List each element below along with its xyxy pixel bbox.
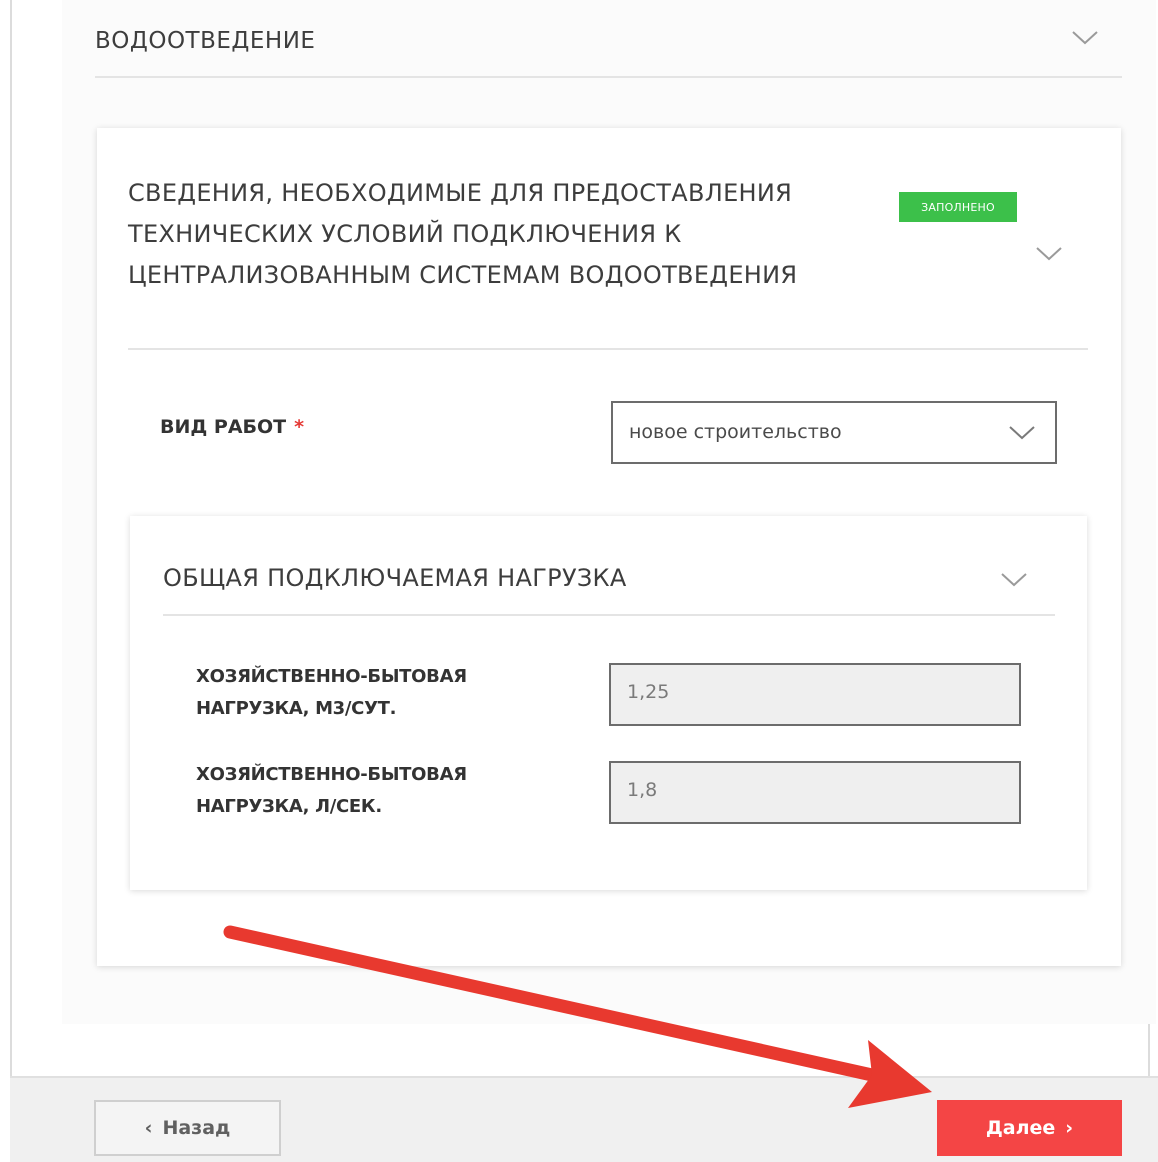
household-load-m3-value: 1,25 [627,681,670,703]
work-type-label: ВИД РАБОТ * [160,416,304,438]
info-card: СВЕДЕНИЯ, НЕОБХОДИМЫЕ ДЛЯ ПРЕДОСТАВЛЕНИЯ… [97,128,1121,966]
work-type-label-text: ВИД РАБОТ [160,416,287,438]
section-title: ВОДООТВЕДЕНИЕ [95,28,316,54]
household-load-m3-field[interactable]: 1,25 [609,663,1021,726]
load-card-header[interactable]: ОБЩАЯ ПОДКЛЮЧАЕМАЯ НАГРУЗКА [163,516,1055,616]
chevron-down-icon[interactable] [1001,572,1027,594]
chevron-right-icon: › [1065,1117,1074,1139]
page-frame-left [10,0,12,1080]
household-load-ls-value: 1,8 [627,779,658,801]
load-card: ОБЩАЯ ПОДКЛЮЧАЕМАЯ НАГРУЗКА ХОЗЯЙСТВЕННО… [130,516,1087,890]
household-load-m3-label: ХОЗЯЙСТВЕННО-БЫТОВАЯ НАГРУЗКА, М3/СУТ. [196,666,467,719]
next-button-label: Далее [985,1117,1056,1139]
back-button-label: Назад [162,1117,231,1139]
bottom-nav-bar: ‹ Назад Далее › [10,1076,1158,1162]
work-type-select[interactable]: новое строительство [611,401,1057,464]
section-header-drainage[interactable]: ВОДООТВЕДЕНИЕ [95,0,1122,78]
load-card-title: ОБЩАЯ ПОДКЛЮЧАЕМАЯ НАГРУЗКА [163,564,627,592]
next-button[interactable]: Далее › [937,1100,1122,1156]
info-card-title: СВЕДЕНИЯ, НЕОБХОДИМЫЕ ДЛЯ ПРЕДОСТАВЛЕНИЯ… [128,179,798,289]
required-mark: * [294,416,305,438]
info-card-header[interactable]: СВЕДЕНИЯ, НЕОБХОДИМЫЕ ДЛЯ ПРЕДОСТАВЛЕНИЯ… [128,128,1088,350]
household-load-ls-label: ХОЗЯЙСТВЕННО-БЫТОВАЯ НАГРУЗКА, Л/СЕК. [196,764,467,817]
work-type-selected-value: новое строительство [629,421,842,443]
household-load-ls-field[interactable]: 1,8 [609,761,1021,824]
chevron-left-icon: ‹ [144,1117,153,1139]
status-badge: ЗАПОЛНЕНО [899,192,1017,222]
chevron-down-icon [1009,425,1035,447]
back-button[interactable]: ‹ Назад [94,1100,281,1156]
chevron-down-icon[interactable] [1072,30,1098,52]
chevron-down-icon[interactable] [1036,246,1062,268]
